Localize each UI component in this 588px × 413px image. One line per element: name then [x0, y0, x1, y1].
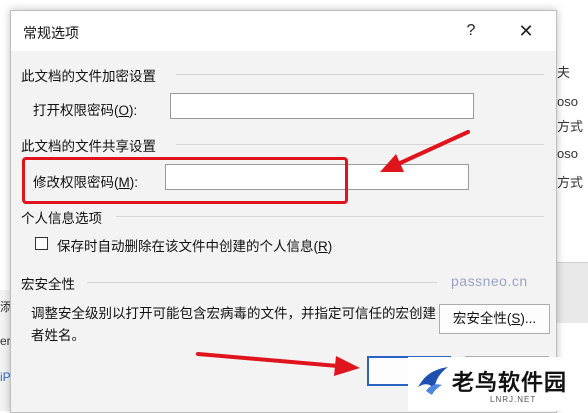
background-text: oso: [557, 94, 578, 109]
brand-subtitle: LNRJ.NET: [490, 395, 537, 404]
encryption-section-heading: 此文档的文件加密设置: [21, 69, 156, 84]
section-divider: [176, 74, 544, 75]
section-divider: [116, 216, 544, 217]
help-button[interactable]: ?: [456, 19, 486, 43]
annotation-highlight-box: [22, 157, 348, 204]
close-button[interactable]: ✕: [511, 19, 541, 43]
background-left-strip: 添 er iP: [0, 290, 12, 411]
section-divider: [87, 282, 437, 283]
background-text: 方式: [557, 119, 584, 134]
bird-logo-icon: [418, 367, 448, 395]
dialog-title: 常规选项: [23, 25, 79, 41]
background-app-panel: 夫 oso 方式 oso 方式: [555, 0, 588, 411]
section-divider: [176, 144, 544, 145]
open-password-label: 打开权限密码(O):: [33, 103, 138, 118]
macro-description: 调整安全级别以打开可能包含宏病毒的文件，并指定可信任的宏创建者姓名。: [31, 306, 436, 343]
remove-personal-info-checkbox[interactable]: [35, 237, 48, 250]
dialog-titlebar: 常规选项 ? ✕: [11, 11, 556, 51]
remove-personal-info-label[interactable]: 保存时自动删除在该文件中创建的个人信息(R): [57, 235, 332, 255]
brand-name: 老鸟软件园: [452, 370, 568, 395]
background-text: 夫: [557, 65, 571, 80]
open-password-input[interactable]: [170, 93, 474, 119]
background-toolbar: [555, 262, 588, 323]
privacy-section-heading: 个人信息选项: [21, 211, 102, 226]
general-options-dialog: 常规选项 ? ✕ 此文档的文件加密设置 打开权限密码(O): 此文档的文件共享设…: [10, 10, 557, 413]
background-text: 方式: [557, 175, 584, 190]
sharing-section-heading: 此文档的文件共享设置: [21, 139, 156, 154]
macro-section-heading: 宏安全性: [21, 277, 75, 292]
watermark-text: passneo.cn: [451, 273, 528, 289]
brand-overlay: 老鸟软件园 LNRJ.NET: [408, 357, 578, 411]
macro-security-button[interactable]: 宏安全性(S)...: [439, 304, 550, 334]
background-text: oso: [557, 146, 578, 161]
